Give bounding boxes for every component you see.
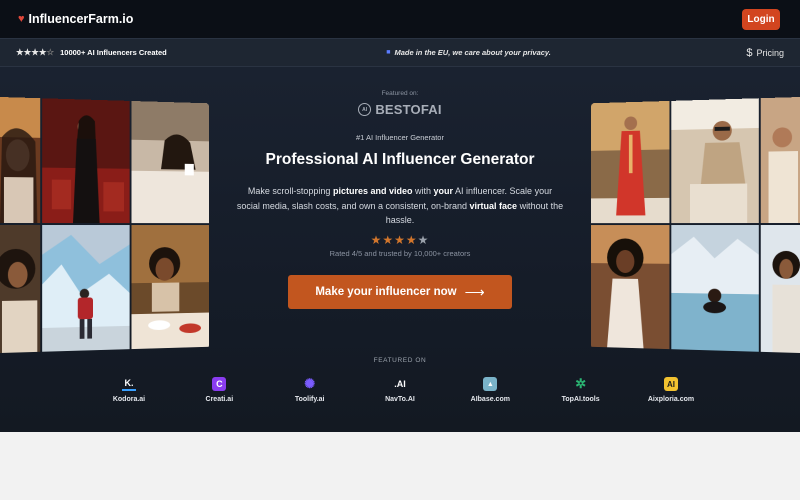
logo-creati[interactable]: C Creati.ai (180, 377, 258, 403)
woman-snow-photo (761, 225, 800, 353)
creation-stats: ★★★★☆ 10000+ AI Influencers Created (16, 47, 167, 58)
logo-name: NavTo.AI (385, 396, 415, 403)
featured-on-heading: FEATURED ON (300, 357, 500, 364)
brand-name: InfluencerFarm.io (29, 12, 134, 26)
rating-text: Rated 4/5 and trusted by 10,000+ creator… (280, 249, 520, 258)
heart-icon: ♥ (18, 13, 25, 25)
navto-logo-icon: .AI (393, 377, 407, 391)
woman-curly-hair-photo (0, 225, 40, 353)
toolify-logo-icon: ✺ (303, 377, 317, 391)
logo-kodora[interactable]: K. Kodora.ai (90, 377, 168, 403)
gallery-left (0, 97, 209, 355)
logo-name: Aixploria.com (648, 396, 694, 403)
bestofai-badge[interactable]: AI BESTOFAI (300, 102, 500, 117)
dollar-icon: $ (746, 47, 752, 59)
featured-label: Featured on: (300, 90, 500, 97)
bestofai-logo-icon: AI (358, 103, 371, 116)
hero-section: Featured on: AI BESTOFAI #1 AI Influence… (0, 67, 800, 432)
pricing-link[interactable]: $ Pricing (746, 47, 784, 59)
woman-bed-coffee-photo (131, 101, 209, 223)
hero-description: Make scroll-stopping pictures and video … (236, 184, 564, 228)
kodora-logo-icon: K. (122, 377, 136, 391)
woman-hot-spring-photo (671, 225, 759, 352)
logo-name: Toolify.ai (295, 396, 325, 403)
login-button[interactable]: Login (742, 9, 780, 30)
creati-logo-icon: C (212, 377, 226, 391)
created-count-text: 10000+ AI Influencers Created (60, 48, 167, 57)
aixploria-logo-icon: AI (664, 377, 678, 391)
pricing-label: Pricing (756, 48, 784, 58)
woman-red-suit-photo (591, 101, 670, 223)
logo-name: Creati.ai (206, 396, 234, 403)
hero-eyebrow: #1 AI Influencer Generator (300, 133, 500, 142)
woman-portrait-photo (0, 97, 40, 223)
logo-navto[interactable]: .AI NavTo.AI (361, 377, 439, 403)
logo-name: TopAI.tools (562, 396, 600, 403)
arrow-right-icon: ⟶ (465, 284, 485, 301)
logo-aixploria[interactable]: AI Aixploria.com (632, 377, 710, 403)
make-influencer-button[interactable]: Make your influencer now ⟶ (288, 275, 512, 309)
brand-logo[interactable]: ♥ InfluencerFarm.io (18, 12, 133, 26)
top-navbar: ♥ InfluencerFarm.io Login (0, 0, 800, 38)
logo-topai[interactable]: ✲ TopAI.tools (542, 377, 620, 403)
woman-white-dress-photo (591, 225, 670, 349)
logo-aibase[interactable]: ▲ AIbase.com (451, 377, 529, 403)
topai-logo-icon: ✲ (574, 377, 588, 391)
announcement-bar: ★★★★☆ 10000+ AI Influencers Created ■ Ma… (0, 38, 800, 67)
eu-flag-icon: ■ (386, 49, 390, 56)
man-private-jet-photo (671, 98, 759, 223)
featured-logos: K. Kodora.ai C Creati.ai ✺ Toolify.ai .A… (90, 377, 710, 403)
aibase-logo-icon: ▲ (483, 377, 497, 391)
logo-toolify[interactable]: ✺ Toolify.ai (271, 377, 349, 403)
woman-dining-photo (131, 225, 209, 349)
bestofai-text: BESTOFAI (375, 102, 441, 117)
cta-label: Make your influencer now (315, 286, 456, 298)
glacier-hiker-photo (42, 225, 129, 352)
woman-couch-photo (761, 97, 800, 223)
hero-headline: Professional AI Influencer Generator (240, 151, 560, 169)
rating-stars-small: ★★★★☆ (16, 47, 54, 58)
rating-stars: ★★★★★ (300, 233, 500, 247)
privacy-notice: ■ Made in the EU, we care about your pri… (386, 48, 551, 57)
woman-black-dress-photo (42, 98, 129, 223)
privacy-text: Made in the EU, we care about your priva… (394, 48, 550, 57)
page-footer-area (0, 432, 800, 500)
gallery-right (591, 97, 800, 355)
logo-name: Kodora.ai (113, 396, 145, 403)
logo-name: AIbase.com (471, 396, 510, 403)
